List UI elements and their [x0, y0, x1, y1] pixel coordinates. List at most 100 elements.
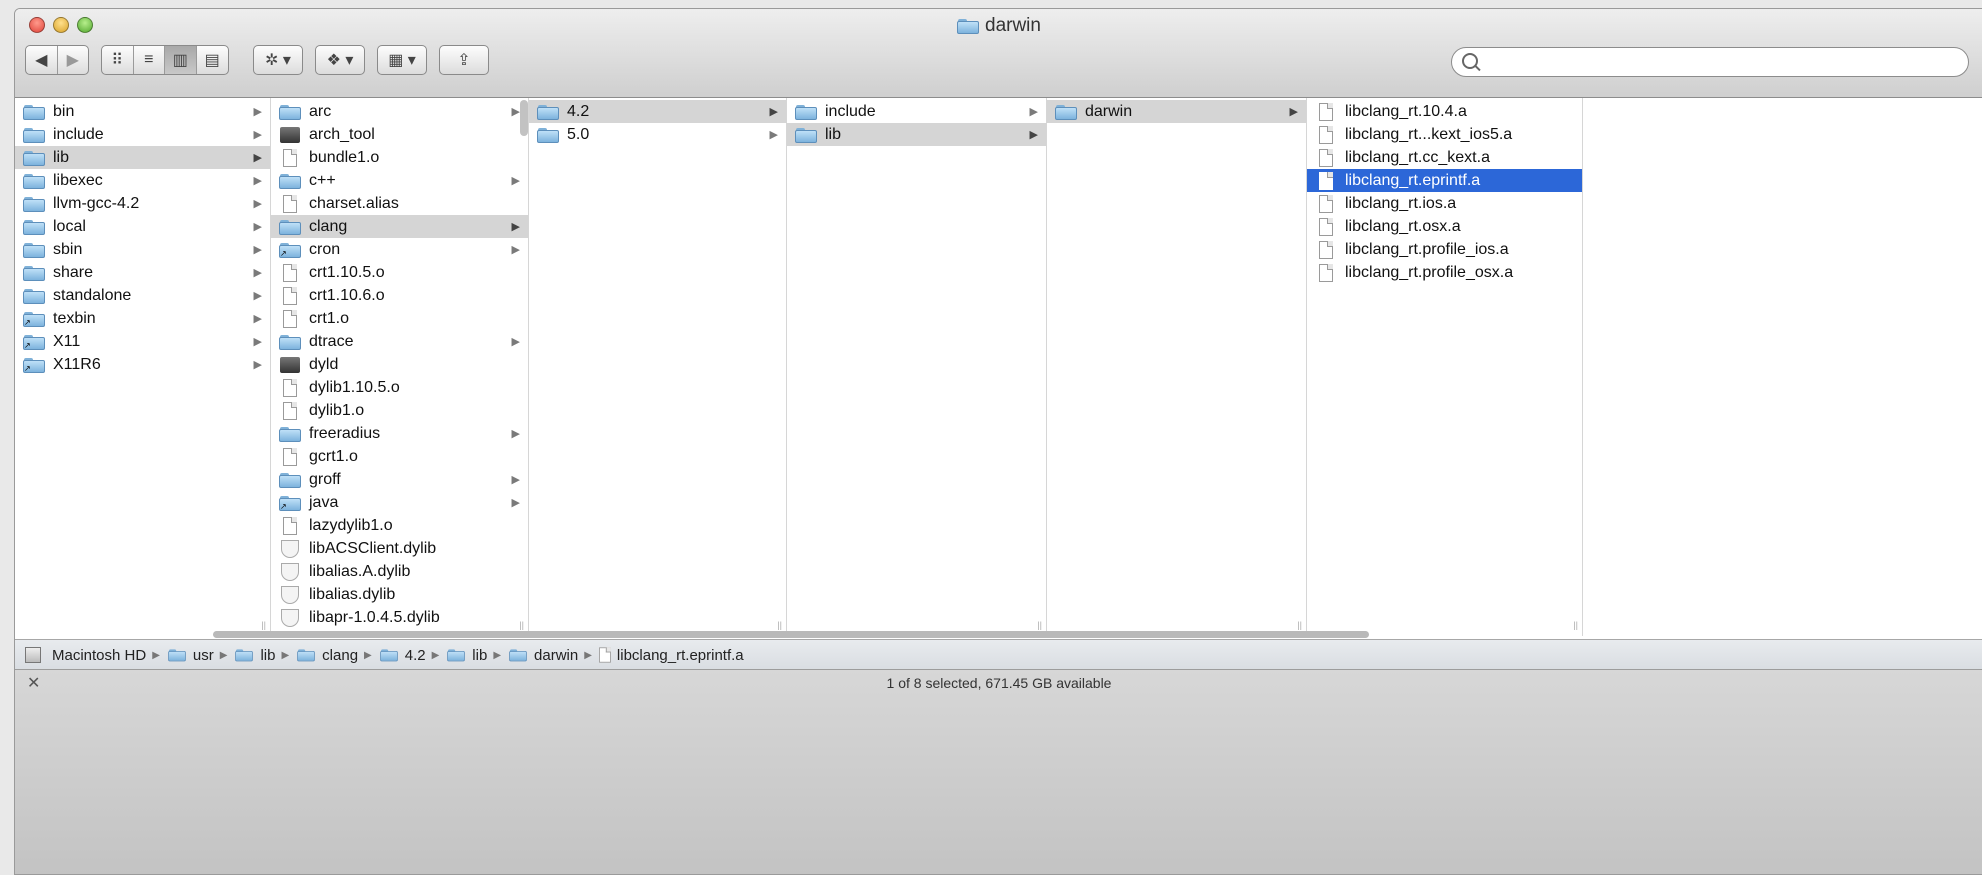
folder-item[interactable]: arc ▶	[271, 100, 528, 123]
horizontal-scrollbar[interactable]	[15, 629, 1982, 639]
document-icon	[1319, 125, 1333, 144]
browser-column[interactable]: darwin ▶ ||	[1047, 98, 1307, 636]
icon-view-button[interactable]: ⠿	[102, 46, 134, 74]
browser-column[interactable]: bin ▶ include ▶ lib ▶ libexec ▶ llvm-gcc-4.2 ▶ loc…	[15, 98, 271, 636]
arrange-menu-button[interactable]: ▦ ▾	[377, 45, 427, 75]
path-item[interactable]: lib	[445, 647, 487, 664]
file-item[interactable]: libalias.A.dylib	[271, 560, 528, 583]
back-button[interactable]: ◀	[26, 46, 58, 74]
dropbox-icon: ❖ ▾	[326, 52, 354, 69]
folder-item[interactable]: llvm-gcc-4.2 ▶	[15, 192, 270, 215]
folder-alias-icon: ↗	[23, 311, 45, 327]
folder-item[interactable]: ↗ java ▶	[271, 491, 528, 514]
folder-item[interactable]: groff ▶	[271, 468, 528, 491]
file-item[interactable]: crt1.10.5.o	[271, 261, 528, 284]
file-item[interactable]: crt1.10.6.o	[271, 284, 528, 307]
file-item[interactable]: crt1.o	[271, 307, 528, 330]
file-item[interactable]: libclang_rt.10.4.a	[1307, 100, 1582, 123]
folder-item[interactable]: sbin ▶	[15, 238, 270, 261]
item-name: X11	[53, 332, 81, 350]
search-icon	[1462, 53, 1478, 69]
folder-icon	[23, 242, 45, 258]
folder-item[interactable]: darwin ▶	[1047, 100, 1306, 123]
column-scroll-thumb[interactable]	[520, 100, 528, 136]
folder-item[interactable]: include ▶	[787, 100, 1046, 123]
item-name: groff	[309, 470, 341, 488]
file-item[interactable]: libclang_rt.ios.a	[1307, 192, 1582, 215]
folder-item[interactable]: 5.0 ▶	[529, 123, 786, 146]
forward-button[interactable]: ▶	[58, 46, 89, 74]
dropbox-button[interactable]: ❖ ▾	[316, 46, 364, 74]
folder-item[interactable]: libexec ▶	[15, 169, 270, 192]
file-item[interactable]: libalias.dylib	[271, 583, 528, 606]
disclosure-arrow-icon: ▶	[769, 106, 778, 118]
arrange-button[interactable]: ▦ ▾	[378, 46, 426, 74]
path-item[interactable]: darwin	[507, 647, 578, 664]
folder-item[interactable]: 4.2 ▶	[529, 100, 786, 123]
folder-item[interactable]: ↗ texbin ▶	[15, 307, 270, 330]
path-item[interactable]: usr	[166, 647, 214, 664]
folder-icon	[23, 104, 45, 120]
file-item[interactable]: libclang_rt.cc_kext.a	[1307, 146, 1582, 169]
path-item[interactable]: libclang_rt.eprintf.a	[598, 646, 744, 664]
browser-column[interactable]: include ▶ lib ▶ ||	[787, 98, 1047, 636]
file-item[interactable]: libapr-1.0.4.5.dylib	[271, 606, 528, 629]
file-item[interactable]: charset.alias	[271, 192, 528, 215]
file-item[interactable]: dylib1.o	[271, 399, 528, 422]
file-item[interactable]: libclang_rt.profile_osx.a	[1307, 261, 1582, 284]
folder-item[interactable]: clang ▶	[271, 215, 528, 238]
file-item[interactable]: libclang_rt...kext_ios5.a	[1307, 123, 1582, 146]
folder-item[interactable]: standalone ▶	[15, 284, 270, 307]
file-item[interactable]: dylib1.10.5.o	[271, 376, 528, 399]
file-item[interactable]: arch_tool	[271, 123, 528, 146]
path-item-label: libclang_rt.eprintf.a	[616, 646, 744, 664]
folder-icon	[447, 649, 466, 662]
item-name: libACSClient.dylib	[309, 539, 437, 557]
folder-item[interactable]: freeradius ▶	[271, 422, 528, 445]
browser-column[interactable]: 4.2 ▶ 5.0 ▶ ||	[529, 98, 787, 636]
folder-item[interactable]: lib ▶	[787, 123, 1046, 146]
share-button[interactable]: ⇪	[440, 46, 488, 74]
action-button[interactable]: ✲ ▾	[254, 46, 302, 74]
list-view-button[interactable]: ≡	[134, 46, 165, 74]
search-input[interactable]	[1484, 50, 1956, 76]
column-view-button[interactable]: ▥	[165, 46, 197, 74]
disclosure-arrow-icon: ▶	[511, 336, 520, 348]
path-item[interactable]: 4.2	[378, 647, 426, 664]
folder-item[interactable]: local ▶	[15, 215, 270, 238]
share-menu-button[interactable]: ⇪	[439, 45, 489, 75]
action-menu-button[interactable]: ✲ ▾	[253, 45, 303, 75]
folder-item[interactable]: include ▶	[15, 123, 270, 146]
folder-item[interactable]: lib ▶	[15, 146, 270, 169]
file-item[interactable]: gcrt1.o	[271, 445, 528, 468]
item-name: libclang_rt.ios.a	[1345, 194, 1457, 212]
file-item[interactable]: bundle1.o	[271, 146, 528, 169]
browser-column[interactable]: arc ▶ arch_tool bundle1.o c++ ▶ charset.alias c…	[271, 98, 529, 636]
path-item[interactable]: Macintosh HD	[25, 647, 146, 664]
alias-arrow-icon: ↗	[24, 340, 31, 350]
file-item[interactable]: libACSClient.dylib	[271, 537, 528, 560]
item-name: dylib1.o	[309, 401, 365, 419]
folder-item[interactable]: dtrace ▶	[271, 330, 528, 353]
browser-column[interactable]: libclang_rt.10.4.a libclang_rt...kext_ios…	[1307, 98, 1583, 636]
folder-item[interactable]: ↗ cron ▶	[271, 238, 528, 261]
folder-item[interactable]: ↗ X11 ▶	[15, 330, 270, 353]
folder-item[interactable]: c++ ▶	[271, 169, 528, 192]
path-item[interactable]: lib	[233, 647, 275, 664]
file-item[interactable]: libclang_rt.profile_ios.a	[1307, 238, 1582, 261]
folder-icon	[168, 649, 186, 662]
item-name: texbin	[53, 309, 96, 327]
document-icon	[1319, 148, 1333, 167]
coverflow-view-button[interactable]: ▤	[197, 46, 228, 74]
file-item[interactable]: lazydylib1.o	[271, 514, 528, 537]
dropbox-menu-button[interactable]: ❖ ▾	[315, 45, 365, 75]
horizontal-scroll-thumb[interactable]	[213, 631, 1369, 638]
file-item[interactable]: libclang_rt.osx.a	[1307, 215, 1582, 238]
folder-item[interactable]: bin ▶	[15, 100, 270, 123]
search-field[interactable]	[1451, 47, 1969, 77]
file-item[interactable]: dyld	[271, 353, 528, 376]
file-item[interactable]: libclang_rt.eprintf.a	[1307, 169, 1582, 192]
path-item[interactable]: clang	[295, 647, 358, 664]
folder-item[interactable]: ↗ X11R6 ▶	[15, 353, 270, 376]
folder-item[interactable]: share ▶	[15, 261, 270, 284]
